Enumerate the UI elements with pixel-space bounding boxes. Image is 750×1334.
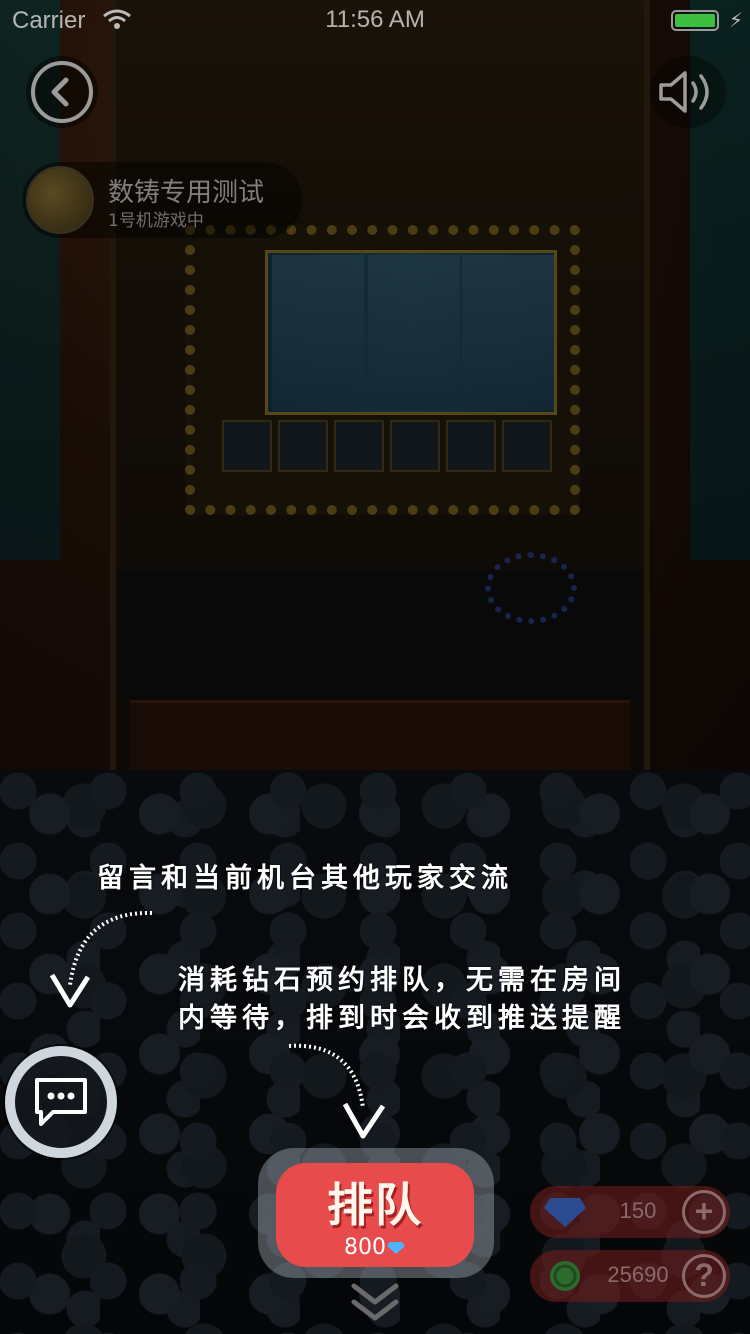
coin-help-button[interactable]: ?: [682, 1254, 726, 1298]
back-button[interactable]: [26, 56, 98, 128]
clock: 11:56 AM: [325, 6, 425, 33]
queue-button-label: 排队: [327, 1178, 423, 1232]
diamond-balance: 150 +: [530, 1186, 730, 1238]
curved-arrow-icon: [288, 1043, 386, 1139]
room-info-pill[interactable]: 数铸专用测试 1号机游戏中: [22, 162, 302, 238]
coin-icon: [550, 1261, 580, 1291]
diamond-count: 150: [619, 1198, 657, 1223]
speaker-icon: [659, 71, 709, 113]
diamond-icon: [387, 1242, 405, 1254]
queue-cost-value: 800: [344, 1235, 386, 1260]
back-icon: [31, 61, 93, 123]
diamond-icon: [544, 1198, 586, 1227]
chat-button[interactable]: [5, 1046, 117, 1158]
chat-guide-tip: 留言和当前机台其他玩家交流: [97, 863, 513, 894]
chevron-down-icon[interactable]: [348, 1278, 402, 1322]
charging-icon: ⚡: [729, 8, 744, 32]
chat-bubble-icon: [35, 1078, 87, 1126]
status-bar: Carrier 11:56 AM ⚡: [0, 0, 750, 40]
queue-button[interactable]: 排队 800: [276, 1163, 474, 1267]
coin-balance: 25690 ?: [530, 1250, 730, 1302]
add-diamonds-button[interactable]: +: [682, 1190, 726, 1234]
coin-count: 25690: [607, 1262, 669, 1287]
battery-icon: [671, 10, 719, 31]
room-status: 1号机游戏中: [108, 211, 204, 231]
queue-guide-tip-line1: 消耗钻石预约排队，无需在房间: [178, 965, 626, 996]
avatar: [26, 166, 94, 234]
queue-cost: 800: [344, 1235, 406, 1260]
room-name: 数铸专用测试: [108, 178, 265, 208]
sound-toggle-button[interactable]: [650, 56, 726, 128]
curved-arrow-icon: [49, 910, 153, 1008]
queue-guide-tip-line2: 内等待，排到时会收到推送提醒: [178, 1003, 626, 1034]
